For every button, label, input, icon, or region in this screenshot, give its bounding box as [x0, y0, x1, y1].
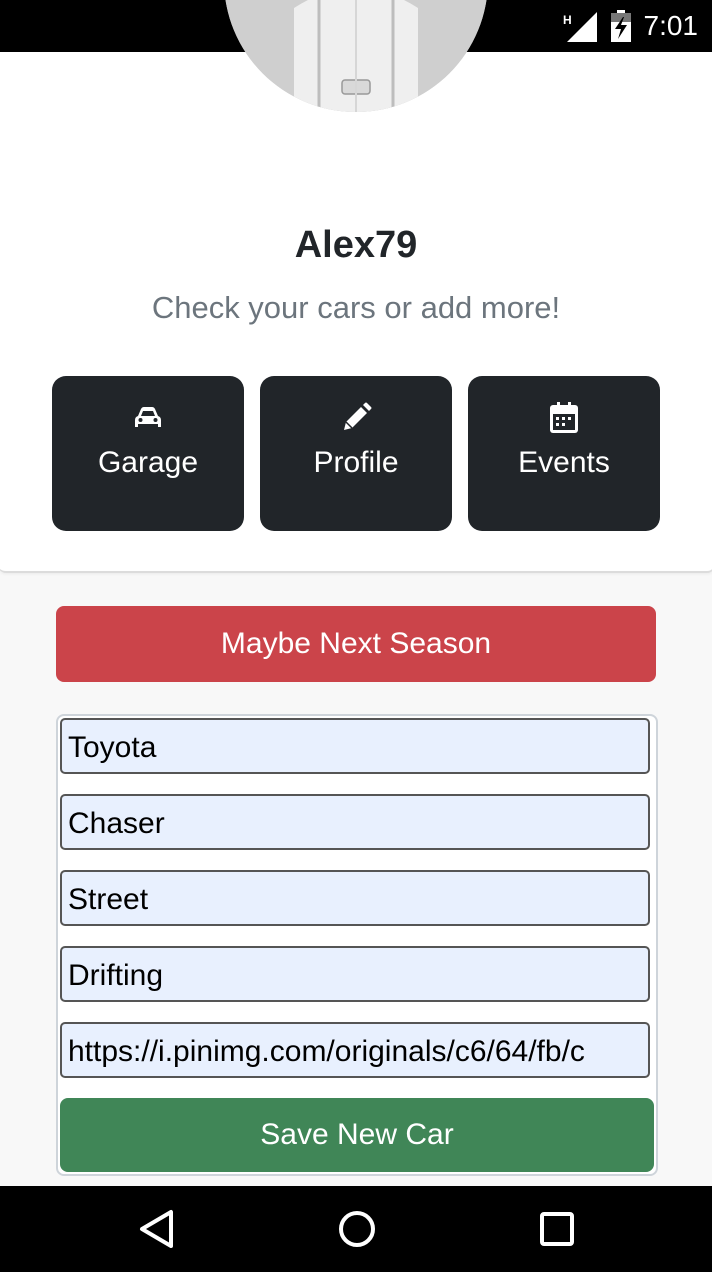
tile-label-events: Events	[518, 446, 610, 479]
garage-tile[interactable]: Garage	[52, 376, 244, 531]
image-url-input[interactable]: https://i.pinimg.com/originals/c6/64/fb/…	[60, 1022, 650, 1078]
network-type-label: H	[563, 13, 572, 27]
profile-card: Alex79 Check your cars or add more! Gara…	[0, 0, 712, 573]
category-input[interactable]: Street	[60, 870, 650, 926]
discipline-input[interactable]: Drifting	[60, 946, 650, 1002]
car-icon	[135, 407, 161, 427]
events-tile[interactable]: Events	[468, 376, 660, 531]
model-input[interactable]: Chaser	[60, 794, 650, 850]
maybe-next-season-button[interactable]: Maybe Next Season	[56, 606, 656, 682]
tagline: Check your cars or add more!	[151, 290, 561, 325]
make-input[interactable]: Toyota	[60, 718, 650, 774]
avatar-container	[224, 0, 488, 112]
back-icon[interactable]	[138, 1208, 176, 1250]
pencil-icon	[344, 402, 372, 430]
avatar	[224, 0, 488, 112]
navigation-bar	[0, 1186, 712, 1272]
avatar-image	[224, 0, 488, 112]
tile-label-profile: Profile	[313, 446, 399, 479]
clock: 7:01	[643, 10, 699, 41]
tile-label-garage: Garage	[97, 446, 199, 479]
calendar-icon	[550, 402, 578, 433]
home-icon[interactable]	[337, 1208, 377, 1250]
battery-charging-icon	[611, 10, 631, 42]
new-car-form: Toyota Chaser Street Drifting https://i.…	[56, 714, 658, 1176]
recents-icon[interactable]	[539, 1208, 575, 1250]
signal-icon: H	[563, 12, 597, 42]
username: Alex79	[294, 224, 418, 266]
save-new-car-button[interactable]: Save New Car	[60, 1098, 654, 1172]
profile-tile[interactable]: Profile	[260, 376, 452, 531]
